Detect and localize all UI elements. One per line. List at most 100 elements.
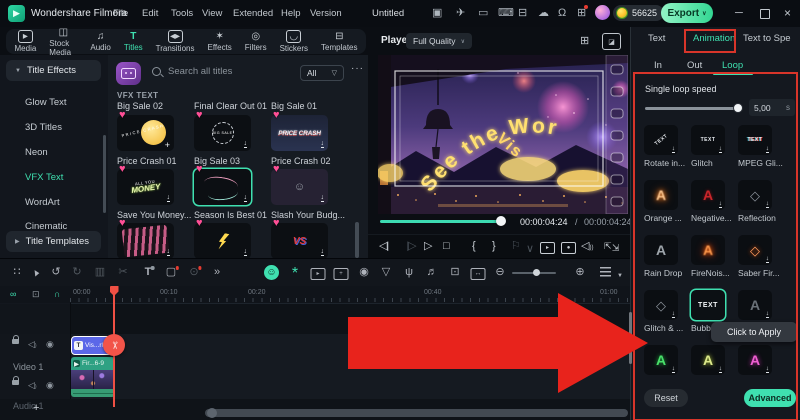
record-icon[interactable]: ⊙ xyxy=(189,266,202,279)
download-icon[interactable]: ↓ xyxy=(166,248,170,256)
chevron-down-icon[interactable]: ∨ xyxy=(526,243,534,256)
sidebar-item-title-templates[interactable]: ▶ Title Templates xyxy=(6,231,101,252)
share-icon[interactable]: ✈ xyxy=(456,6,465,20)
sidebar-scrollbar[interactable] xyxy=(103,135,106,213)
keyboard-icon[interactable]: ⌨ xyxy=(498,6,514,20)
sidebar-item-glow-text[interactable]: Glow Text xyxy=(25,97,67,108)
snapshot-view-icon[interactable]: ◪ xyxy=(602,33,621,50)
tab-filters[interactable]: ◎ Filters xyxy=(238,31,273,52)
title-item-label[interactable]: Big Sale 02 xyxy=(117,101,193,111)
title-item-label[interactable]: Slash Your Budg... xyxy=(271,210,347,220)
text-tool-icon[interactable]: T xyxy=(145,266,155,279)
title-thumb-save-you-money[interactable]: ♥ ALL YOU MONEY ↓ xyxy=(117,164,174,205)
undo-icon[interactable]: ↺ xyxy=(51,266,60,279)
title-item-label[interactable]: Big Sale 01 xyxy=(271,101,347,111)
anim-thumb-yellow-glow[interactable]: A ↓ xyxy=(691,345,725,375)
tab-effects[interactable]: ✶ Effects xyxy=(201,31,238,52)
select-cursor-icon[interactable]: ▲ xyxy=(30,265,42,280)
download-icon[interactable]: ↓ xyxy=(765,200,769,208)
download-icon[interactable]: ↓ xyxy=(166,194,170,202)
loop-speed-value-box[interactable]: 5,00 s xyxy=(749,99,795,116)
visibility-eye-icon[interactable]: ◉ xyxy=(46,339,54,349)
download-icon[interactable]: ↓ xyxy=(243,194,247,202)
progress-knob[interactable] xyxy=(496,216,506,226)
search-input[interactable]: Search all titles xyxy=(168,66,232,77)
tab-templates[interactable]: ⊟ Templates xyxy=(315,31,364,52)
snap-magnet-icon[interactable]: ∩ xyxy=(54,289,60,299)
favorite-heart-icon[interactable]: ♥ xyxy=(273,218,280,229)
sidebar-item-3d-titles[interactable]: 3D Titles xyxy=(25,122,62,133)
anim-thumb-reflection[interactable]: ◇ ↓ xyxy=(738,180,772,210)
video-clip-filmstrip[interactable] xyxy=(71,370,115,389)
title-item-label[interactable]: Final Clear Out 01 xyxy=(194,101,270,111)
marker-flag-icon[interactable]: ⚐ xyxy=(511,240,521,253)
display-output-icon[interactable]: ▸ xyxy=(540,240,555,254)
mute-speaker-icon[interactable]: ◁) xyxy=(28,380,37,392)
add-camera-icon[interactable]: + xyxy=(333,266,349,280)
sidebar-item-neon[interactable]: Neon xyxy=(25,147,48,158)
video-preview[interactable]: See the Wor Vis xyxy=(378,55,628,214)
stop-icon[interactable]: □ xyxy=(443,240,450,253)
subtab-loop[interactable]: Loop xyxy=(722,60,743,71)
filter-all-dropdown[interactable]: All ▽ xyxy=(300,65,344,81)
zoom-in-icon[interactable]: ⊕ xyxy=(575,266,584,279)
fav-heart-icon[interactable]: ♥ xyxy=(273,164,280,175)
play-icon[interactable]: ▷ xyxy=(424,240,432,253)
favorite-heart-icon[interactable]: ♥ xyxy=(196,218,203,229)
screen-record-icon[interactable]: ⊡ xyxy=(450,266,459,279)
download-icon[interactable]: ↓ xyxy=(718,145,722,153)
mark-in-icon[interactable]: { xyxy=(472,240,476,253)
tab-media[interactable]: ▸ Media xyxy=(8,30,43,53)
video-clip-audio[interactable] xyxy=(71,389,115,397)
range-marker-icon[interactable]: ↔ xyxy=(470,266,486,280)
download-icon[interactable]: ↓ xyxy=(320,140,324,148)
title-item-label[interactable]: Season Is Best 01 xyxy=(194,210,270,220)
favorite-heart-icon[interactable]: ♥ xyxy=(273,110,280,121)
lock-icon[interactable] xyxy=(12,335,19,346)
link-clips-icon[interactable]: ∞ xyxy=(10,289,16,299)
audio-stretch-icon[interactable]: ♬ xyxy=(427,266,438,279)
speed-ramp-icon[interactable]: ▸ xyxy=(310,266,326,280)
export-button[interactable]: Export ∨ xyxy=(661,3,713,23)
mark-out-icon[interactable]: } xyxy=(492,240,496,253)
download-icon[interactable]: ↓ xyxy=(320,248,324,256)
split-scissors-icon[interactable]: ✂ xyxy=(118,266,127,279)
media-manage-icon[interactable]: ∷ xyxy=(14,266,21,279)
download-icon[interactable]: ↓ xyxy=(671,365,675,373)
anim-thumb-saber-fire[interactable]: ◇ ↓ xyxy=(738,235,772,265)
download-icon[interactable]: ↓ xyxy=(765,365,769,373)
subtab-in[interactable]: In xyxy=(654,60,662,71)
tab-transitions[interactable]: ◂▸ Transitions xyxy=(149,30,201,53)
tab-text-to-speech[interactable]: Text to Spe xyxy=(743,33,791,44)
loop-speed-knob[interactable] xyxy=(733,102,743,113)
coins-badge[interactable]: 56625 xyxy=(613,5,665,21)
anim-thumb-glitch-and[interactable]: ◇ ↓ xyxy=(644,290,678,320)
video-clip[interactable]: ▶ Fir...6-9 xyxy=(71,357,115,370)
cloud-upload-icon[interactable]: ☁ xyxy=(538,6,549,20)
add-track-button[interactable]: + xyxy=(33,402,39,414)
menu-extended[interactable]: Extended xyxy=(233,8,273,19)
title-thumb-row3-3[interactable]: ♥ VS ↓ xyxy=(271,218,328,258)
sidebar-item-title-effects[interactable]: ▼ Title Effects xyxy=(6,60,101,81)
speaker-icon[interactable]: ◁)) xyxy=(581,240,593,255)
title-thumb-row3-1[interactable]: ♥ ↓ xyxy=(117,218,174,258)
menu-view[interactable]: View xyxy=(202,8,222,19)
download-icon[interactable]: ↓ xyxy=(671,145,675,153)
more-options-icon[interactable]: ··· xyxy=(351,63,364,74)
lock-icon[interactable] xyxy=(12,376,19,387)
advanced-button[interactable]: Advanced xyxy=(744,389,796,407)
menu-edit[interactable]: Edit xyxy=(142,8,158,19)
download-icon[interactable]: ↓ xyxy=(671,310,675,318)
tab-stock-media[interactable]: ◫ Stock Media xyxy=(43,27,84,57)
loop-speed-slider[interactable] xyxy=(645,107,739,110)
menu-help[interactable]: Help xyxy=(281,8,301,19)
feedback-icon[interactable]: ▭ xyxy=(478,6,488,20)
title-thumb-slash-your-budget[interactable]: ♥ ☺ ↓ xyxy=(271,164,328,205)
user-avatar[interactable] xyxy=(595,5,610,20)
quality-dropdown[interactable]: Full Quality ∨ xyxy=(406,33,472,49)
plus-icon[interactable]: + xyxy=(165,141,170,150)
title-item-label[interactable]: Big Sale 03 xyxy=(194,156,270,166)
download-icon[interactable]: ↓ xyxy=(243,140,247,148)
favorite-heart-icon[interactable]: ♥ xyxy=(119,218,126,229)
chevron-down-icon[interactable]: ▼ xyxy=(617,270,623,283)
